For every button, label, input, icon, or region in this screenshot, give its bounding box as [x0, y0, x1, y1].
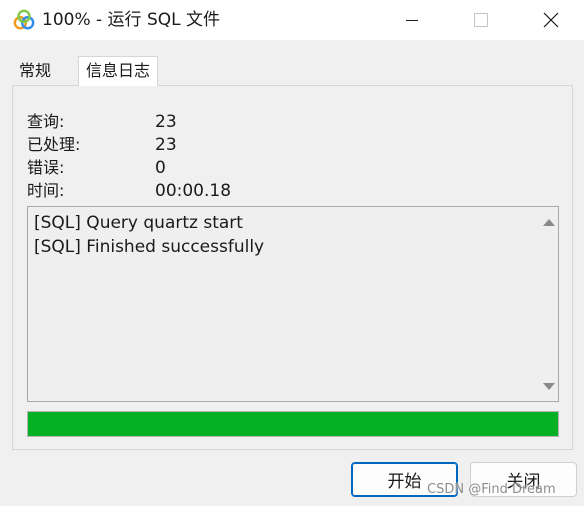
stat-label-processed: 已处理:	[27, 135, 81, 154]
progress-bar	[27, 411, 559, 437]
stat-value-processed: 23	[155, 135, 177, 155]
tab-info-log[interactable]: 信息日志	[78, 56, 159, 86]
stat-value-errors: 0	[155, 158, 166, 178]
stat-value-time: 00:00.18	[155, 181, 232, 201]
title-bar: 100% - 运行 SQL 文件	[0, 0, 584, 40]
navicat-icon	[13, 9, 35, 30]
stat-label-queries: 查询:	[27, 112, 65, 131]
maximize-icon	[474, 13, 488, 27]
window-title: 100% - 运行 SQL 文件	[42, 10, 220, 30]
minimize-icon	[406, 20, 418, 21]
close-icon	[543, 12, 559, 28]
scroll-up-arrow-icon[interactable]	[543, 219, 555, 226]
log-line: [SQL] Finished successfully	[34, 237, 265, 257]
log-output[interactable]: [SQL] Query quartz start [SQL] Finished …	[27, 206, 559, 402]
log-scrollbar[interactable]	[538, 207, 558, 401]
tab-general[interactable]: 常规	[19, 61, 51, 81]
stat-label-time: 时间:	[27, 181, 65, 200]
scroll-down-arrow-icon[interactable]	[543, 383, 555, 390]
minimize-button[interactable]	[389, 0, 435, 40]
log-line: [SQL] Query quartz start	[34, 213, 243, 233]
stat-value-queries: 23	[155, 112, 177, 132]
progress-fill	[28, 412, 558, 436]
close-window-button[interactable]	[528, 0, 574, 40]
maximize-button[interactable]	[458, 0, 504, 40]
stat-label-errors: 错误:	[27, 158, 65, 177]
watermark: CSDN @Find Dream	[427, 482, 556, 497]
